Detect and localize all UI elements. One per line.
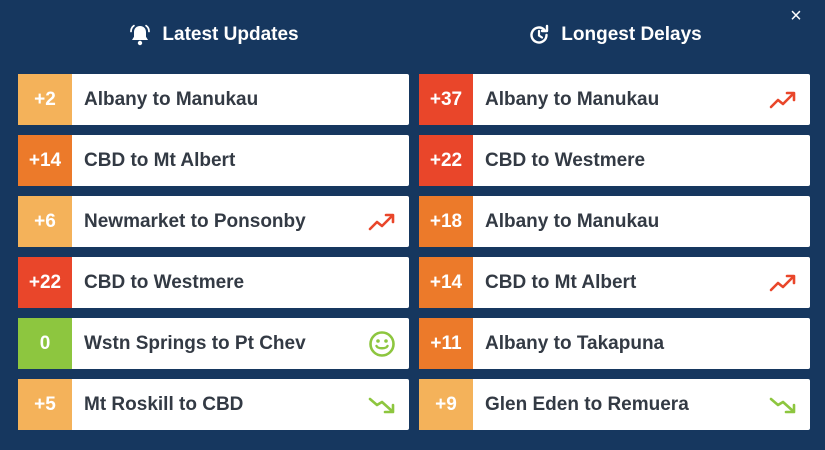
delay-row[interactable]: +22 CBD to Westmere bbox=[18, 257, 409, 308]
smiley-icon bbox=[367, 329, 397, 359]
route-label: Albany to Manukau bbox=[485, 210, 660, 232]
delay-row[interactable]: +22 CBD to Westmere bbox=[419, 135, 810, 186]
delay-badge: +2 bbox=[18, 74, 72, 125]
longest-delays-title: Longest Delays bbox=[561, 24, 702, 45]
delay-row[interactable]: +11 Albany to Takapuna bbox=[419, 318, 810, 369]
delay-badge: +37 bbox=[419, 74, 473, 125]
delay-badge: +22 bbox=[18, 257, 72, 308]
route-label: CBD to Mt Albert bbox=[84, 149, 236, 171]
trend-down-icon bbox=[768, 390, 798, 420]
delay-badge: +6 bbox=[18, 196, 72, 247]
route-label: Albany to Manukau bbox=[84, 88, 259, 110]
trend-up-icon bbox=[367, 207, 397, 237]
route-label: CBD to Westmere bbox=[84, 271, 245, 293]
bell-icon bbox=[128, 23, 152, 47]
delay-badge: +9 bbox=[419, 379, 473, 430]
latest-updates-panel: Latest Updates +2 Albany to Manukau +14 CBD… bbox=[18, 0, 409, 440]
route-label: Glen Eden to Remuera bbox=[485, 393, 689, 415]
latest-updates-header: Latest Updates bbox=[18, 0, 409, 70]
delay-row[interactable]: +2 Albany to Manukau bbox=[18, 74, 409, 125]
delay-badge: +22 bbox=[419, 135, 473, 186]
delay-badge: +14 bbox=[18, 135, 72, 186]
latest-updates-title: Latest Updates bbox=[162, 24, 299, 45]
delay-row[interactable]: 0 Wstn Springs to Pt Chev bbox=[18, 318, 409, 369]
route-label: Albany to Takapuna bbox=[485, 332, 665, 354]
trend-up-icon bbox=[768, 268, 798, 298]
delay-row[interactable]: +5 Mt Roskill to CBD bbox=[18, 379, 409, 430]
delay-row[interactable]: +14 CBD to Mt Albert bbox=[419, 257, 810, 308]
route-label: CBD to Mt Albert bbox=[485, 271, 637, 293]
route-label: Albany to Manukau bbox=[485, 88, 660, 110]
route-label: CBD to Westmere bbox=[485, 149, 646, 171]
delay-badge: +14 bbox=[419, 257, 473, 308]
route-label: Mt Roskill to CBD bbox=[84, 393, 244, 415]
route-label: Newmarket to Ponsonby bbox=[84, 210, 306, 232]
refresh-clock-icon bbox=[527, 23, 551, 47]
delay-badge: +18 bbox=[419, 196, 473, 247]
delay-row[interactable]: +9 Glen Eden to Remuera bbox=[419, 379, 810, 430]
trend-up-icon bbox=[768, 85, 798, 115]
trend-down-icon bbox=[367, 390, 397, 420]
delay-row[interactable]: +6 Newmarket to Ponsonby bbox=[18, 196, 409, 247]
delay-badge: +5 bbox=[18, 379, 72, 430]
delay-row[interactable]: +14 CBD to Mt Albert bbox=[18, 135, 409, 186]
delay-badge: 0 bbox=[18, 318, 72, 369]
latest-updates-list: +2 Albany to Manukau +14 CBD to Mt Albert +6… bbox=[18, 74, 409, 430]
longest-delays-header: Longest Delays bbox=[419, 0, 810, 70]
longest-delays-panel: Longest Delays +37 Albany to Manukau +22 CB… bbox=[419, 0, 810, 440]
route-label: Wstn Springs to Pt Chev bbox=[84, 332, 306, 354]
delay-badge: +11 bbox=[419, 318, 473, 369]
longest-delays-list: +37 Albany to Manukau +22 CBD to Westmere +1… bbox=[419, 74, 810, 430]
delay-row[interactable]: +37 Albany to Manukau bbox=[419, 74, 810, 125]
delay-row[interactable]: +18 Albany to Manukau bbox=[419, 196, 810, 247]
